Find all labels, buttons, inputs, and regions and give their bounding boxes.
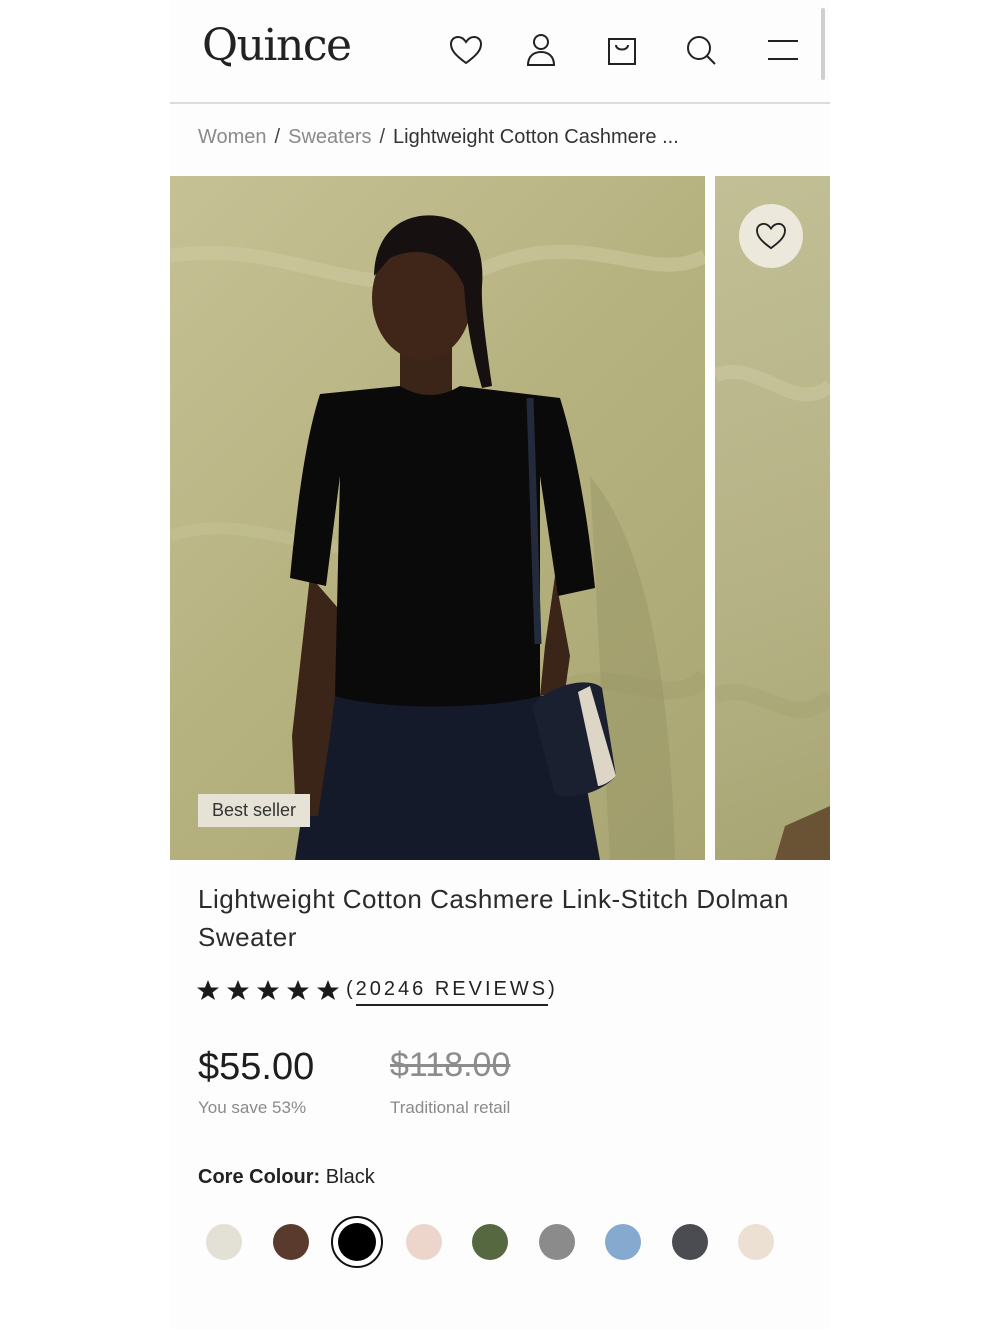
- reviews-close-paren: ): [548, 978, 558, 1000]
- cart-button[interactable]: [602, 30, 642, 70]
- star-icon: [257, 979, 279, 1000]
- retail-price: $118.00: [390, 1046, 511, 1084]
- product-page: Quince Women / Sweaters / Lightweight Co…: [170, 0, 830, 1329]
- breadcrumb-separator: /: [274, 126, 281, 148]
- breadcrumb-separator: /: [379, 126, 386, 148]
- heart-icon: [756, 222, 786, 250]
- wall-photo: [715, 364, 830, 860]
- breadcrumb-current: Lightweight Cotton Cashmere ...: [393, 126, 679, 148]
- colour-swatch[interactable]: [472, 1224, 508, 1260]
- star-rating: [196, 979, 340, 1001]
- colour-swatch-fill: [338, 1223, 376, 1261]
- quince-logo[interactable]: Quince: [202, 20, 352, 71]
- search-icon: [687, 36, 716, 65]
- account-icon: [526, 34, 556, 66]
- star-icon: [287, 979, 309, 1000]
- colour-swatch[interactable]: [272, 1224, 309, 1260]
- product-title: Lightweight Cotton Cashmere Link-Stitch …: [198, 884, 789, 952]
- colour-swatch[interactable]: [405, 1224, 442, 1260]
- colour-swatch[interactable]: [738, 1224, 774, 1260]
- cart-icon: [608, 38, 636, 65]
- wishlist-button[interactable]: [446, 30, 486, 70]
- star-icon: [317, 979, 339, 1000]
- menu-icon: [768, 40, 798, 60]
- colour-swatch[interactable]: [538, 1224, 575, 1260]
- colour-label: Core Colour:: [198, 1166, 321, 1188]
- star-icon: [227, 979, 249, 1000]
- colour-swatch[interactable]: [206, 1224, 242, 1260]
- star-icon: [197, 979, 219, 1000]
- breadcrumb: Women / Sweaters / Lightweight Cotton Cashme…: [198, 126, 679, 149]
- next-product-image[interactable]: [715, 176, 830, 860]
- colour-swatch[interactable]: [331, 1216, 383, 1268]
- colour-swatch[interactable]: [605, 1224, 641, 1260]
- add-to-wishlist-button[interactable]: [739, 204, 803, 268]
- savings-text: You save 53%: [198, 1098, 307, 1117]
- reviews-link[interactable]: (20246 REVIEWS): [346, 978, 558, 1006]
- breadcrumb-sweaters[interactable]: Sweaters: [288, 126, 371, 148]
- account-button[interactable]: [521, 30, 561, 70]
- selected-colour: Black: [325, 1166, 375, 1188]
- search-button[interactable]: [681, 30, 721, 70]
- rating: (20246 REVIEWS): [196, 978, 558, 1006]
- retail-label: Traditional retail: [390, 1098, 511, 1117]
- scrollbar[interactable]: [821, 8, 825, 80]
- best-seller-badge: Best seller: [198, 794, 311, 827]
- product-gallery[interactable]: Best seller: [170, 176, 830, 860]
- heart-icon: [449, 35, 483, 65]
- reviews-open-paren: (: [346, 978, 356, 1000]
- product-image[interactable]: Best seller: [170, 176, 705, 860]
- site-header: Quince: [170, 0, 830, 104]
- colour-selection: Core Colour: Black: [198, 1166, 375, 1189]
- breadcrumb-women[interactable]: Women: [198, 126, 267, 148]
- menu-button[interactable]: [763, 30, 803, 70]
- sale-price: $55.00: [198, 1046, 315, 1088]
- colour-swatch[interactable]: [671, 1224, 708, 1260]
- reviews-count[interactable]: 20246 REVIEWS: [355, 978, 549, 1006]
- colour-swatches: [206, 1216, 816, 1268]
- model-photo: [170, 215, 705, 860]
